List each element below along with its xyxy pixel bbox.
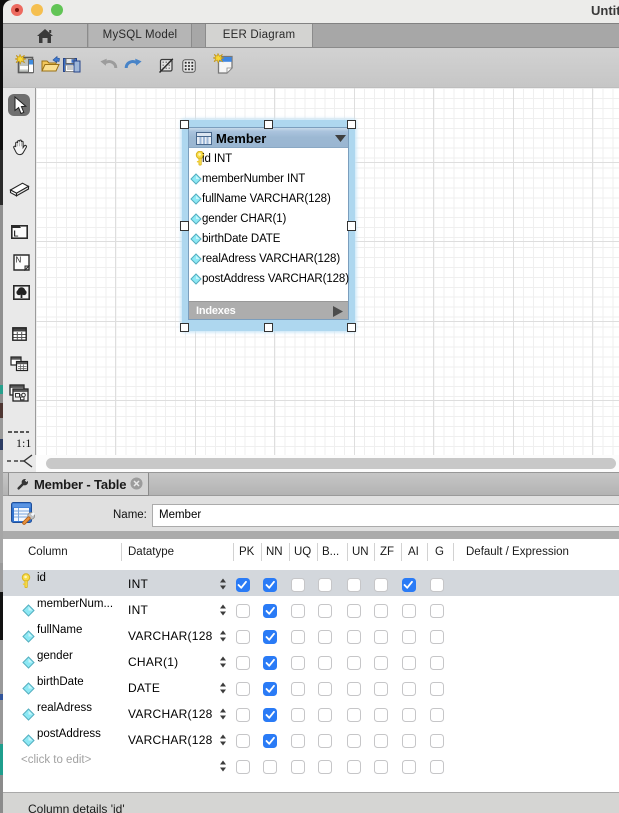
svg-text:N: N: [15, 256, 21, 265]
svg-text:L: L: [14, 230, 19, 239]
